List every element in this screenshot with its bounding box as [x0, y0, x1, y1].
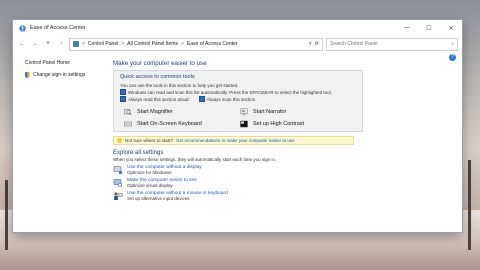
start-onscreen-keyboard-button[interactable]: Start On-Screen Keyboard	[124, 120, 240, 128]
control-panel-home-label: Control Panel Home	[25, 60, 71, 66]
content-area: Control Panel Home Change sign-in settin…	[13, 54, 462, 232]
start-narrator-button[interactable]: Start Narrator	[240, 108, 356, 116]
address-row: ← → ˅ ↑ > Control Panel > All Control Pa…	[13, 36, 462, 52]
read-aloud-label: Always read this section aloud	[128, 96, 189, 102]
ease-of-access-window: Ease of Access Center — ☐ ✕ ← → ˅ ↑ > Co…	[13, 20, 462, 232]
up-button[interactable]: ↑	[56, 41, 66, 47]
explore-subtitle: When you select these settings, they wil…	[113, 157, 277, 162]
back-button[interactable]: ←	[17, 41, 27, 47]
high-contrast-icon	[240, 120, 248, 128]
shield-icon	[25, 72, 30, 78]
breadcrumb-separator: >	[121, 41, 125, 47]
recommendation-banner: ? Not sure where to start? Get recommend…	[113, 136, 354, 145]
person-computer-icon	[114, 192, 123, 200]
start-narrator-label: Start Narrator	[253, 109, 287, 115]
option-without-display[interactable]: Use the computer without a display Optim…	[113, 165, 462, 175]
scan-section-checkbox[interactable]: Always scan this section	[198, 96, 256, 102]
setup-high-contrast-button[interactable]: Set up High Contrast	[240, 120, 356, 128]
background-tree	[468, 160, 471, 250]
breadcrumb-separator: >	[181, 41, 184, 47]
start-onscreen-keyboard-label: Start On-Screen Keyboard	[137, 121, 202, 127]
minimize-button[interactable]: —	[396, 20, 418, 36]
option-easier-to-see[interactable]: Make the computer easier to see Optimize…	[113, 178, 462, 188]
scan-section-label: Always scan this section	[206, 96, 256, 102]
change-signin-settings-label: Change sign-in settings	[33, 72, 86, 78]
control-panel-home-link[interactable]: Control Panel Home	[25, 60, 111, 66]
address-dropdown-icon[interactable]: ˅	[309, 41, 312, 47]
read-aloud-checkbox[interactable]: Always read this section aloud	[120, 96, 189, 102]
explore-heading: Explore all settings	[113, 150, 164, 156]
screen-reader-icon	[113, 166, 123, 175]
help-icon[interactable]: ?	[449, 54, 456, 61]
option-easier-to-see-desc: Optimize visual display	[127, 183, 173, 188]
start-magnifier-label: Start Magnifier	[137, 109, 173, 115]
question-icon: ?	[117, 138, 122, 143]
recent-locations-button[interactable]: ˅	[43, 41, 53, 47]
breadcrumb-ease-of-access[interactable]: Ease of Access Center	[187, 41, 238, 47]
get-recommendations-link[interactable]: Get recommendations to make your compute…	[176, 138, 295, 143]
setup-high-contrast-label: Set up High Contrast	[253, 121, 305, 127]
keyboard-icon	[124, 121, 132, 127]
forward-button[interactable]: →	[30, 41, 40, 47]
narrator-icon	[240, 108, 248, 116]
option-without-mouse-keyboard-desc: Set up alternative input devices	[127, 196, 190, 201]
speaker-icon	[120, 89, 126, 95]
title-bar: Ease of Access Center — ☐ ✕	[13, 20, 462, 36]
read-scan-text: Windows can read and scan this list auto…	[128, 89, 332, 95]
checkbox-checked-icon	[120, 96, 126, 102]
quick-access-box: Quick access to common tools You can use…	[113, 70, 363, 132]
window-title: Ease of Access Center	[30, 25, 86, 31]
tip-text: Not sure where to start?	[125, 138, 174, 143]
search-input[interactable]: Search Control Panel ⌕	[326, 37, 458, 51]
tools-grid: Start Magnifier Start Narrator Start On-…	[120, 108, 356, 128]
read-scan-info: Windows can read and scan this list auto…	[120, 89, 356, 95]
breadcrumb-control-panel[interactable]: Control Panel	[88, 41, 118, 47]
magnifier-icon	[124, 109, 132, 116]
start-magnifier-button[interactable]: Start Magnifier	[124, 108, 240, 116]
ease-of-access-app-icon	[19, 24, 26, 32]
background-tree	[5, 180, 8, 250]
search-icon: ⌕	[451, 41, 454, 47]
refresh-icon[interactable]: ⟳	[315, 41, 319, 47]
breadcrumb-separator: >	[82, 41, 85, 47]
address-bar[interactable]: > Control Panel > All Control Panel Item…	[69, 37, 323, 51]
breadcrumb-all-items[interactable]: All Control Panel Items	[127, 41, 178, 47]
change-signin-settings-link[interactable]: Change sign-in settings	[25, 72, 111, 78]
checkbox-checked-icon	[198, 96, 205, 102]
control-panel-icon	[73, 41, 79, 47]
quick-access-intro: You can use the tools in this section to…	[120, 83, 239, 88]
left-pane: Control Panel Home Change sign-in settin…	[13, 54, 111, 232]
close-button[interactable]: ✕	[440, 20, 462, 36]
quick-access-title: Quick access to common tools	[120, 74, 195, 80]
display-icon	[113, 179, 123, 188]
maximize-button[interactable]: ☐	[418, 20, 440, 36]
option-without-display-desc: Optimize for blindness	[127, 170, 172, 175]
search-placeholder: Search Control Panel	[330, 41, 378, 47]
main-pane: ? Make your computer easier to use Quick…	[111, 54, 462, 232]
page-heading: Make your computer easier to use	[113, 60, 207, 67]
option-without-mouse-keyboard[interactable]: Use the computer without a mouse or keyb…	[113, 191, 462, 201]
